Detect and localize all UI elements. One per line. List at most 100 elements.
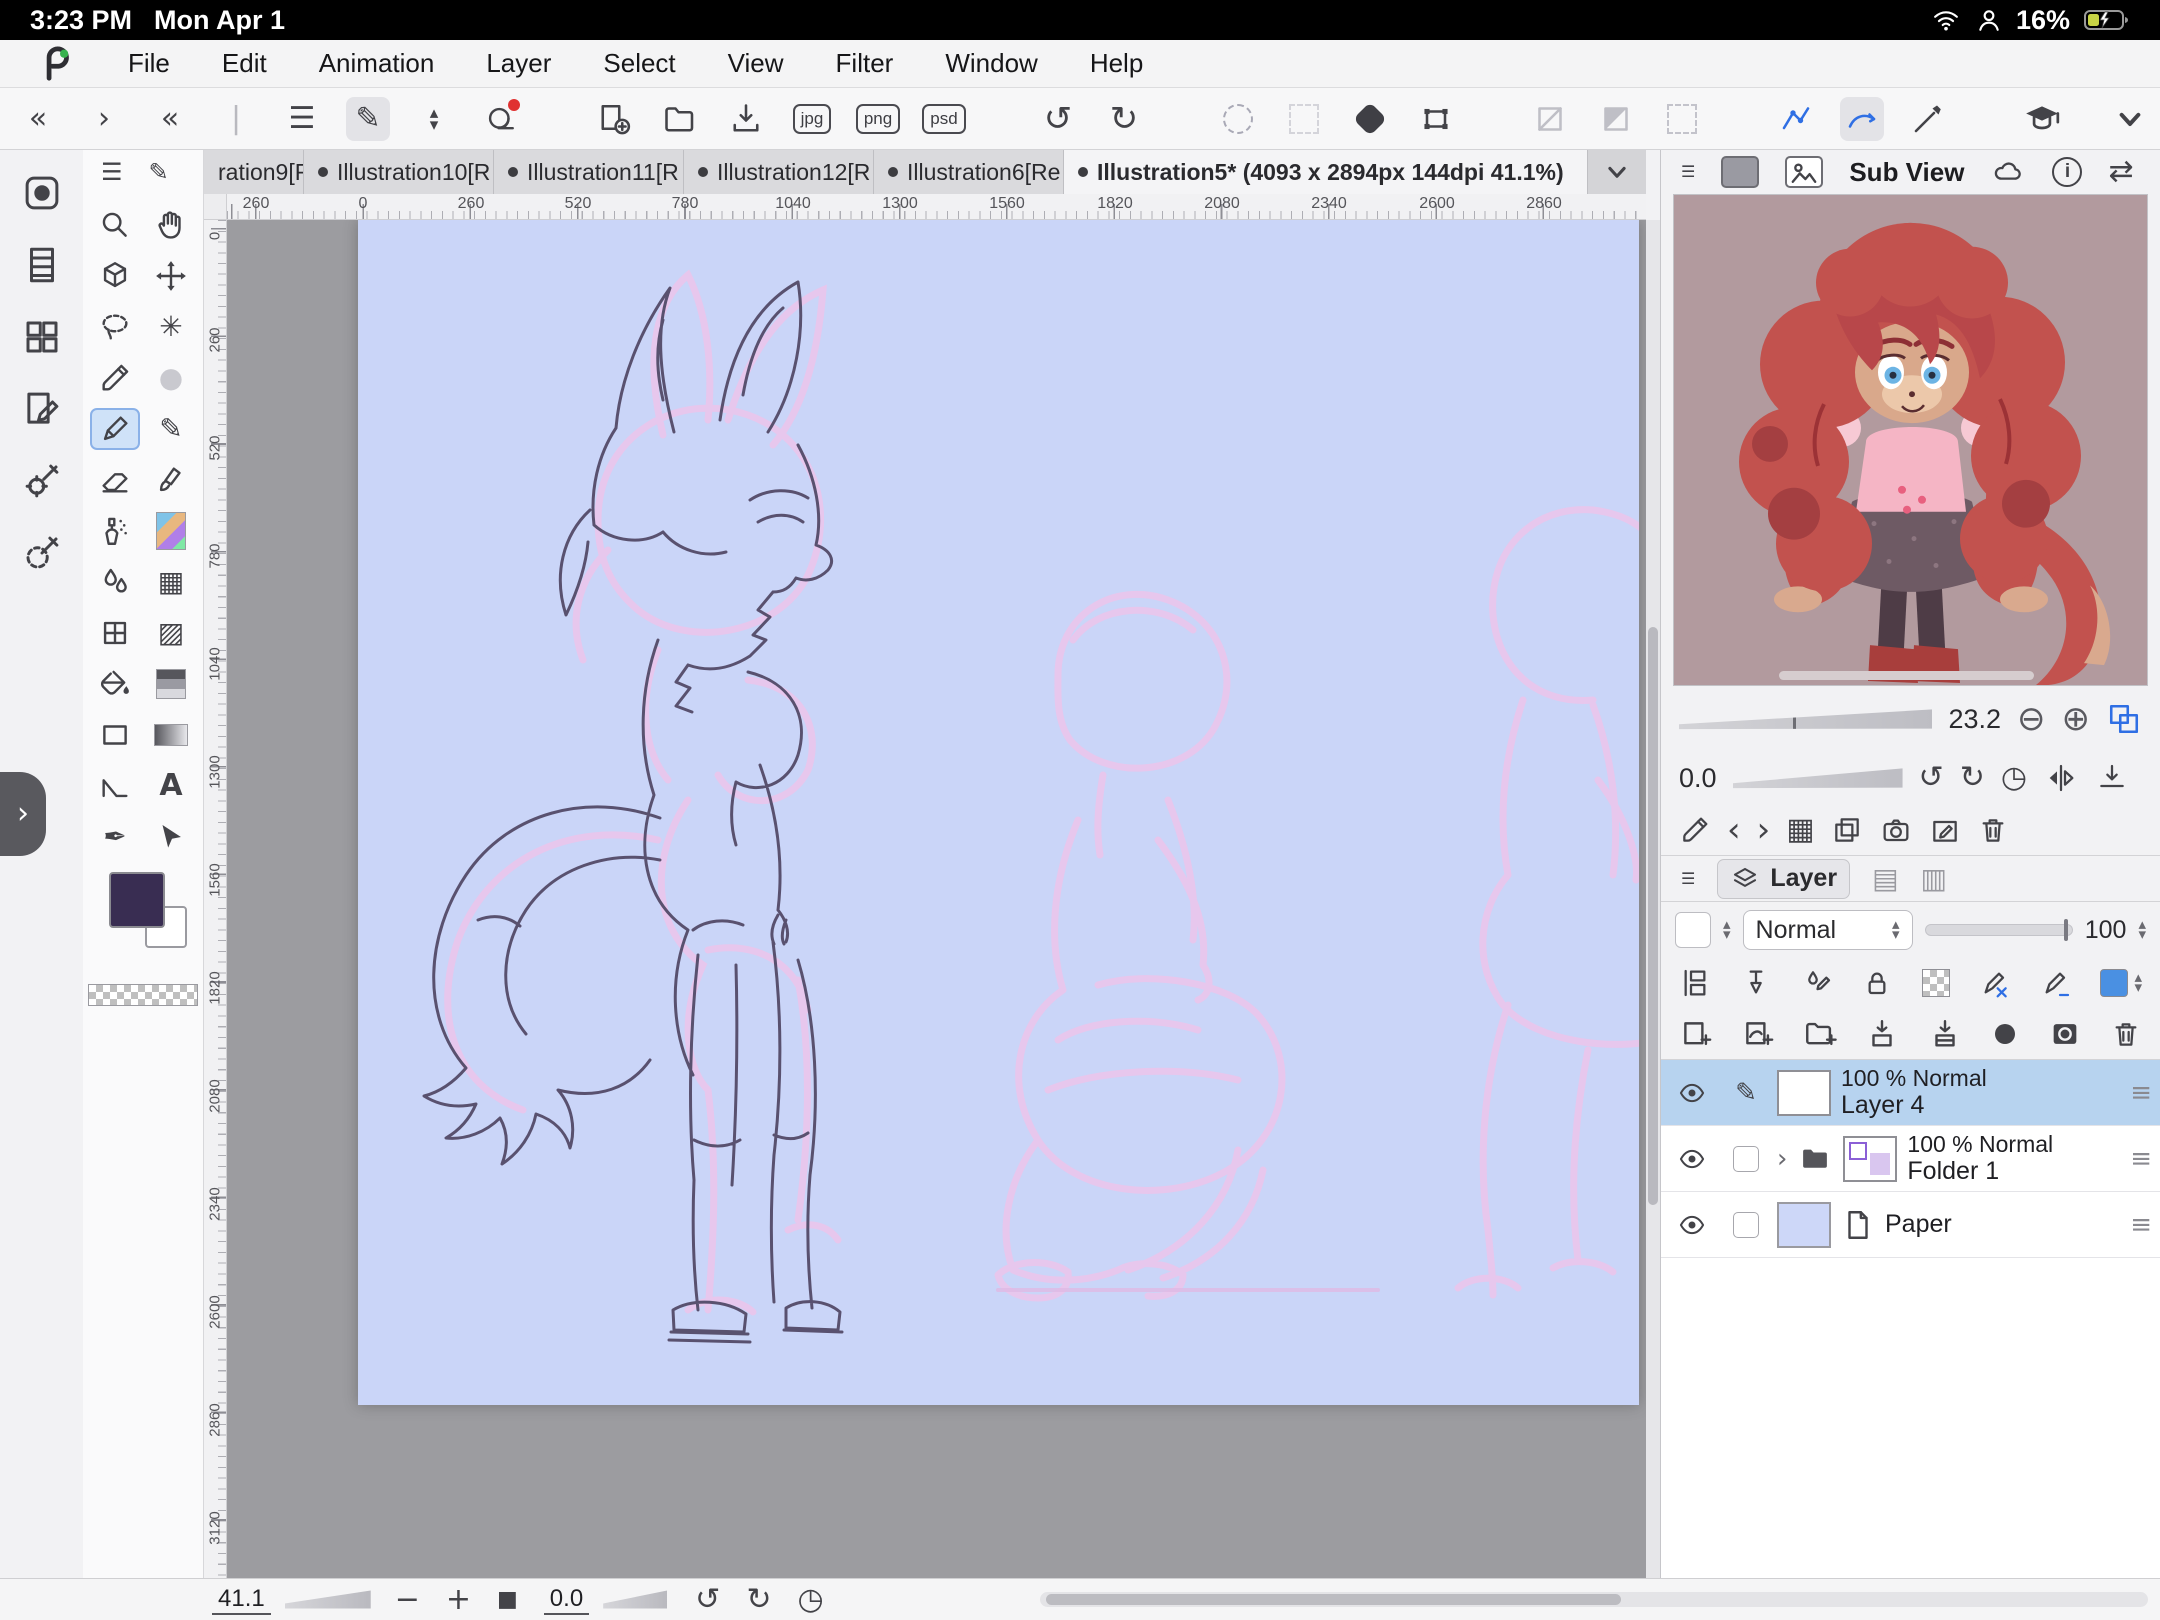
previous-image-icon[interactable]: ‹: [1727, 813, 1741, 847]
layer-tab[interactable]: Layer: [1717, 859, 1850, 899]
vector-eraser-icon[interactable]: [1979, 967, 2011, 999]
figure-tool[interactable]: [90, 612, 140, 654]
marquee-icon[interactable]: [1282, 97, 1326, 141]
pen-settings-icon[interactable]: ✎: [346, 97, 390, 141]
select-vector-icon[interactable]: [1774, 97, 1818, 141]
export-psd-icon[interactable]: psd: [922, 97, 966, 141]
auto-eyedropper-icon[interactable]: [1679, 814, 1711, 846]
undo-bottom-icon[interactable]: ↺: [695, 1585, 720, 1615]
layer-search-tab-icon[interactable]: ▥: [1921, 865, 1947, 893]
opacity-stepper[interactable]: ▴▾: [2138, 920, 2146, 941]
redo-bottom-icon[interactable]: ↻: [746, 1585, 771, 1615]
opacity-slider[interactable]: [1925, 924, 2073, 936]
rotation-value[interactable]: 0.0: [544, 1585, 589, 1615]
zoom-slider-thumb[interactable]: [1793, 704, 1796, 734]
new-folder-icon[interactable]: [1803, 1017, 1837, 1051]
pen-tool[interactable]: [90, 408, 140, 450]
brush-tool[interactable]: [146, 459, 196, 501]
toolbar-chevron-down-icon[interactable]: [2108, 97, 2152, 141]
rotation-slider[interactable]: [603, 1590, 667, 1610]
canvas-vertical-scrollbar[interactable]: [1646, 220, 1660, 1578]
layer-mask-icon[interactable]: [2048, 1017, 2082, 1051]
subview-image[interactable]: [1673, 194, 2148, 686]
fit-screen-button[interactable]: ■: [497, 1589, 518, 1611]
pencil-tool[interactable]: ✎: [146, 408, 196, 450]
canvas-horizontal-scrollbar[interactable]: [1040, 1592, 2148, 1607]
transform-icon[interactable]: [1414, 97, 1458, 141]
delete-layer-icon[interactable]: [2110, 1018, 2142, 1050]
layer-property-tab-icon[interactable]: ▤: [1872, 865, 1898, 893]
palette-color-stepper[interactable]: ▴▾: [1723, 920, 1731, 941]
document-tab[interactable]: Illustration6[Re: [874, 150, 1064, 194]
layer-menu-icon[interactable]: ☰: [1681, 871, 1695, 887]
hand-tool[interactable]: [146, 204, 196, 246]
menu-select[interactable]: Select: [603, 48, 675, 79]
subview-rotation-value[interactable]: 0.0: [1679, 763, 1717, 794]
rotate-cw-icon[interactable]: ↻: [1960, 763, 1985, 793]
opacity-slider-thumb[interactable]: [2064, 919, 2068, 941]
blend-tool[interactable]: [90, 561, 140, 603]
document-tab[interactable]: Illustration12[R: [684, 150, 874, 194]
export-png-icon[interactable]: png: [856, 97, 900, 141]
subview-zoom-slider[interactable]: [1679, 707, 1932, 731]
operation-tool[interactable]: [90, 255, 140, 297]
zoom-out-icon[interactable]: ⊖: [2017, 702, 2046, 736]
layer-row-folder1[interactable]: › 100 % Normal Folder 1 ≡: [1661, 1126, 2160, 1192]
pattern-tool[interactable]: ▦: [146, 561, 196, 603]
rotate-history-icon[interactable]: ◷: [2001, 763, 2027, 793]
document-tab-active[interactable]: Illustration5* (4093 x 2894px 144dpi 41.…: [1064, 150, 1588, 194]
workspace-icon[interactable]: [21, 172, 63, 214]
navigator-tab-icon[interactable]: [1721, 156, 1759, 188]
flip-horizontal-icon[interactable]: [2043, 762, 2079, 794]
layer-thumbnail[interactable]: [1777, 1070, 1831, 1116]
layer-drag-handle[interactable]: ≡: [2130, 1080, 2152, 1106]
layer-color-stepper[interactable]: ▴▾: [2134, 973, 2142, 994]
app-logo-icon[interactable]: [38, 45, 76, 83]
layer-row-paper[interactable]: Paper ≡: [1661, 1192, 2160, 1258]
document-tab[interactable]: Illustration10[R: [304, 150, 494, 194]
layer-checkbox[interactable]: [1733, 1212, 1759, 1238]
fill-tool[interactable]: [90, 663, 140, 705]
menu-help[interactable]: Help: [1090, 48, 1143, 79]
open-file-icon[interactable]: [658, 97, 702, 141]
subview-tab-icon[interactable]: [1785, 156, 1823, 188]
layer-drag-handle[interactable]: ≡: [2130, 1146, 2152, 1172]
visibility-eye-icon[interactable]: [1675, 1211, 1709, 1239]
history-clock-icon[interactable]: ◷: [797, 1585, 823, 1615]
edit-image-icon[interactable]: [1929, 814, 1961, 846]
new-vector-layer-icon[interactable]: [1741, 1017, 1775, 1051]
layer-checkbox[interactable]: [1733, 1146, 1759, 1172]
visibility-eye-icon[interactable]: [1675, 1145, 1709, 1173]
menu-layer[interactable]: Layer: [486, 48, 551, 79]
layer-name[interactable]: Folder 1: [1907, 1157, 2053, 1186]
animation-timeline-icon[interactable]: [21, 244, 63, 286]
layer-name[interactable]: Paper: [1885, 1210, 1952, 1239]
opacity-value[interactable]: 100: [2085, 916, 2127, 945]
grid-view-icon[interactable]: [21, 316, 63, 358]
menu-window[interactable]: Window: [945, 48, 1037, 79]
palette-pen-icon[interactable]: ✎: [149, 160, 169, 184]
info-icon[interactable]: i: [2052, 157, 2082, 187]
main-menu-icon[interactable]: ☰: [280, 97, 324, 141]
folder-thumbnail[interactable]: [1843, 1136, 1897, 1182]
folder-expander-icon[interactable]: ›: [1777, 1146, 1787, 1172]
reset-rotation-icon[interactable]: ↺: [1919, 763, 1944, 793]
gradient-swatch-tool[interactable]: [146, 714, 196, 756]
lasso-tool[interactable]: [90, 306, 140, 348]
dock-bottom-icon[interactable]: [2095, 762, 2129, 794]
new-canvas-icon[interactable]: [592, 97, 636, 141]
subview-zoom-value[interactable]: 23.2: [1948, 704, 2001, 735]
eraser-tool[interactable]: [90, 459, 140, 501]
next-image-icon[interactable]: ›: [1757, 813, 1771, 847]
document-tab[interactable]: ration9[Re: [204, 150, 304, 194]
subview-menu-icon[interactable]: ☰: [1681, 164, 1695, 180]
canvas[interactable]: [358, 220, 1639, 1405]
material-icon[interactable]: [2020, 97, 2064, 141]
export-icon[interactable]: [724, 97, 768, 141]
expand-panel-icon[interactable]: ›: [82, 97, 126, 141]
export-jpg-icon[interactable]: jpg: [790, 97, 834, 141]
zoom-in-button[interactable]: +: [446, 1585, 471, 1615]
layer-drag-handle[interactable]: ≡: [2130, 1212, 2152, 1238]
main-color-swatch[interactable]: [109, 872, 165, 928]
move-tool[interactable]: [146, 255, 196, 297]
